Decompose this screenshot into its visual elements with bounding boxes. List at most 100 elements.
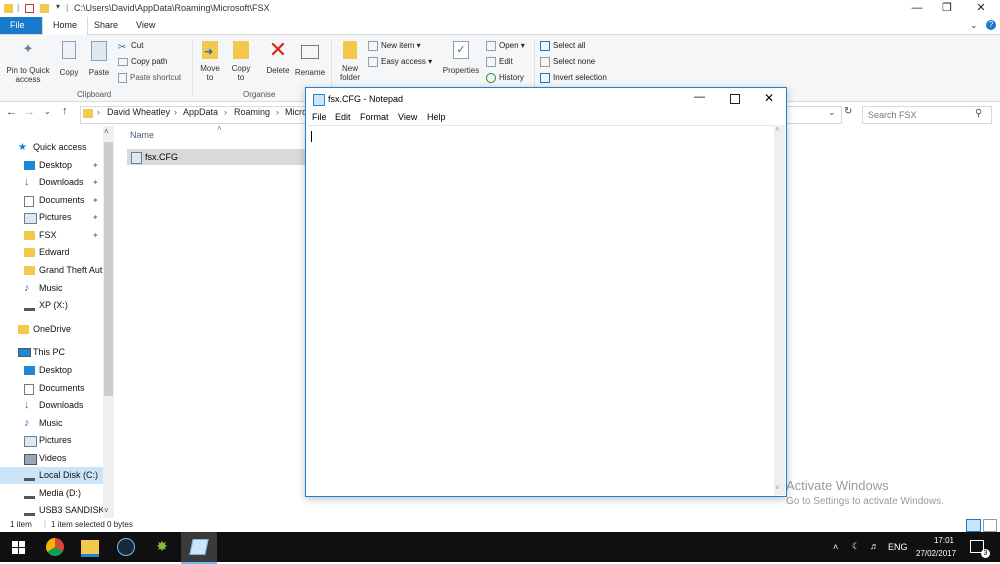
copy-to-button[interactable]: Copy to xyxy=(229,41,253,82)
restore-button[interactable]: ❐ xyxy=(930,0,964,17)
menu-edit[interactable]: Edit xyxy=(335,112,351,122)
notepad-maximize-button[interactable] xyxy=(730,94,740,104)
nav-scrollbar-thumb[interactable] xyxy=(104,142,113,396)
nav-pc-pictures[interactable]: Pictures xyxy=(0,432,103,449)
steam-icon[interactable] xyxy=(117,538,135,556)
new-item-button[interactable]: New item ▾ xyxy=(368,39,421,52)
breadcrumb-microsoft[interactable]: Micro xyxy=(285,107,307,117)
notepad-minimize-button[interactable]: — xyxy=(694,91,705,103)
nav-quick-documents[interactable]: Documents ✦ xyxy=(0,192,103,209)
move-to-button[interactable]: ➜ Move to xyxy=(198,41,222,82)
notepad-window[interactable]: fsx.CFG - Notepad — ✕ File Edit Format V… xyxy=(305,87,787,497)
tab-home[interactable]: Home xyxy=(42,17,89,35)
nav-quick-edward[interactable]: Edward xyxy=(0,244,103,261)
pin-to-quick-access-button[interactable]: ✦ Pin to Quick access xyxy=(3,41,53,84)
tab-view[interactable]: View xyxy=(126,17,165,34)
language-indicator[interactable]: ENG xyxy=(888,542,908,552)
network-icon[interactable]: ☾ xyxy=(852,541,860,552)
properties-quick-icon[interactable] xyxy=(25,4,34,13)
breadcrumb-roaming[interactable]: Roaming xyxy=(234,107,270,117)
delete-button[interactable]: ✕ Delete xyxy=(264,39,292,76)
nav-pc-media-drive[interactable]: Media (D:) xyxy=(0,485,103,502)
paste-shortcut-button[interactable]: Paste shortcut xyxy=(118,71,181,84)
tab-share[interactable]: Share xyxy=(84,17,128,34)
copy-button[interactable]: Copy xyxy=(57,41,81,77)
breadcrumb-separator[interactable]: › xyxy=(224,107,227,117)
breadcrumb-separator[interactable]: › xyxy=(276,107,279,117)
scroll-down-icon[interactable]: ˅ xyxy=(104,506,109,515)
close-button[interactable]: ✕ xyxy=(964,0,998,17)
minimize-button[interactable]: — xyxy=(900,0,934,17)
search-icon[interactable]: ⚲ xyxy=(975,108,982,119)
notepad-title-bar[interactable]: fsx.CFG - Notepad — ✕ xyxy=(306,88,786,110)
chrome-icon[interactable] xyxy=(46,538,64,556)
scroll-up-icon[interactable]: ˄ xyxy=(775,125,780,134)
nav-pc-desktop[interactable]: Desktop xyxy=(0,362,103,379)
breadcrumb-david-wheatley[interactable]: David Wheatley xyxy=(107,107,170,117)
nav-this-pc[interactable]: This PC xyxy=(0,344,103,361)
nav-quick-xp-drive[interactable]: XP (X:) xyxy=(0,297,103,314)
invert-selection-button[interactable]: Invert selection xyxy=(540,71,607,84)
nav-pc-downloads[interactable]: ↓ Downloads xyxy=(0,397,103,414)
copy-path-button[interactable]: Copy path xyxy=(118,55,167,68)
file-explorer-icon[interactable] xyxy=(81,540,99,557)
notepad-taskbar-button[interactable] xyxy=(181,532,217,564)
cut-button[interactable]: ✂ Cut xyxy=(118,39,143,53)
large-icons-view-icon[interactable] xyxy=(983,519,997,532)
windows-start-icon[interactable] xyxy=(12,541,25,554)
breadcrumb-appdata[interactable]: AppData xyxy=(183,107,218,117)
show-hidden-icons-icon[interactable]: ˄ xyxy=(833,542,838,552)
column-header-name[interactable]: Name xyxy=(130,130,154,140)
select-none-button[interactable]: Select none xyxy=(540,55,595,68)
nav-quick-downloads[interactable]: ↓ Downloads ✦ xyxy=(0,174,103,191)
scroll-up-icon[interactable]: ˄ xyxy=(104,127,109,136)
new-folder-quick-icon[interactable] xyxy=(40,4,49,13)
nav-quick-access[interactable]: ★ Quick access xyxy=(0,139,103,156)
up-arrow-icon[interactable]: ↑ xyxy=(62,105,68,117)
breadcrumb-separator[interactable]: › xyxy=(174,107,177,117)
notepad-close-button[interactable]: ✕ xyxy=(764,91,774,105)
nav-pc-music[interactable]: ♪ Music xyxy=(0,415,103,432)
clock-time[interactable]: 17:01 xyxy=(924,536,964,545)
volume-icon[interactable]: ♬ xyxy=(870,541,879,551)
address-dropdown-icon[interactable]: ⌄ xyxy=(828,107,836,118)
details-view-icon[interactable] xyxy=(966,519,981,532)
nav-pc-documents[interactable]: Documents xyxy=(0,380,103,397)
properties-button[interactable]: ✓ Properties xyxy=(441,41,481,75)
game-app-icon[interactable]: ✸ xyxy=(153,538,171,556)
refresh-icon[interactable]: ↻ xyxy=(844,106,852,117)
edit-button[interactable]: Edit xyxy=(486,55,513,68)
nav-pc-videos[interactable]: Videos xyxy=(0,450,103,467)
menu-help[interactable]: Help xyxy=(427,112,446,122)
nav-quick-gta[interactable]: Grand Theft Aut xyxy=(0,262,103,279)
rename-button[interactable]: Rename xyxy=(294,41,326,77)
tab-file[interactable]: File xyxy=(0,17,42,34)
paste-button[interactable]: Paste xyxy=(87,41,111,77)
expand-ribbon-icon[interactable]: ⌄ xyxy=(970,20,978,31)
nav-quick-desktop[interactable]: Desktop ✦ xyxy=(0,157,103,174)
open-button[interactable]: Open ▾ xyxy=(486,39,525,52)
nav-quick-music[interactable]: ♪ Music xyxy=(0,280,103,297)
clock-date[interactable]: 27/02/2017 xyxy=(916,549,956,558)
notepad-text-area[interactable] xyxy=(306,125,774,496)
menu-format[interactable]: Format xyxy=(360,112,389,122)
nav-onedrive[interactable]: OneDrive xyxy=(0,321,103,338)
nav-quick-fsx[interactable]: FSX ✦ xyxy=(0,227,103,244)
menu-file[interactable]: File xyxy=(312,112,327,122)
search-input[interactable]: Search FSX ⚲ xyxy=(862,106,992,124)
breadcrumb-separator[interactable]: › xyxy=(97,107,100,117)
help-icon[interactable]: ? xyxy=(986,20,996,30)
notepad-scrollbar[interactable]: ˄ ˅ xyxy=(774,125,785,495)
nav-pc-usb-drive[interactable]: USB3 SANDISK (’ xyxy=(0,502,103,519)
new-folder-button[interactable]: New folder xyxy=(336,41,364,82)
file-row[interactable]: fsx.CFG xyxy=(127,149,307,165)
history-button[interactable]: History xyxy=(486,71,524,84)
recent-locations-icon[interactable]: ⌄ xyxy=(44,107,51,116)
back-arrow-icon[interactable]: ← xyxy=(6,106,17,118)
nav-quick-pictures[interactable]: Pictures ✦ xyxy=(0,209,103,226)
nav-pc-local-disk[interactable]: Local Disk (C:) xyxy=(0,467,103,484)
customize-quick-access-icon[interactable]: ▾ xyxy=(56,2,60,11)
forward-arrow-icon[interactable]: → xyxy=(24,106,35,118)
easy-access-button[interactable]: Easy access ▾ xyxy=(368,55,432,68)
menu-view[interactable]: View xyxy=(398,112,417,122)
